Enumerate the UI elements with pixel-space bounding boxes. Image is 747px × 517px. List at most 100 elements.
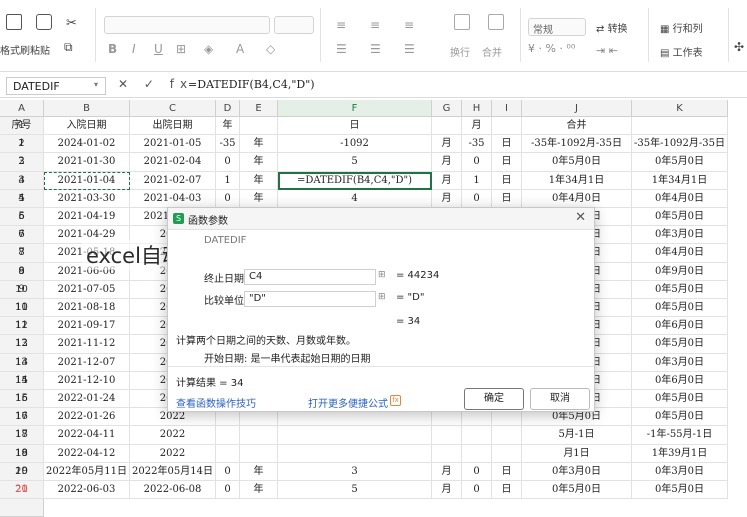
paste-icon[interactable]: [36, 14, 52, 30]
table-cell[interactable]: 1年39月1日: [632, 444, 728, 463]
table-cell[interactable]: 10: [0, 299, 44, 318]
table-cell[interactable]: 0年5月0日: [632, 153, 728, 172]
table-cell[interactable]: 日: [492, 189, 522, 208]
format-painter-label[interactable]: 格式刷: [0, 42, 30, 57]
align-center-icon[interactable]: ☰: [370, 42, 381, 56]
table-cell[interactable]: 5: [278, 153, 432, 172]
table-cell[interactable]: 0: [216, 189, 240, 208]
table-cell[interactable]: 2022-06-03: [44, 481, 130, 500]
table-cell[interactable]: 0: [462, 189, 492, 208]
table-cell[interactable]: 6: [0, 226, 44, 245]
column-header-h[interactable]: H: [462, 100, 492, 117]
column-header-b[interactable]: B: [44, 100, 130, 117]
table-cell[interactable]: =DATEDIF(B4,C4,"D"): [278, 171, 432, 190]
ok-button[interactable]: 确定: [464, 388, 524, 410]
table-cell[interactable]: 3: [0, 171, 44, 190]
help-link[interactable]: 查看函数操作技巧: [176, 395, 256, 410]
table-cell[interactable]: 0年5月0日: [522, 153, 632, 172]
table-cell[interactable]: 2021-11-12: [44, 335, 130, 354]
table-cell[interactable]: [278, 426, 432, 445]
table-cell[interactable]: 0: [462, 462, 492, 481]
italic-icon[interactable]: I: [132, 42, 136, 56]
table-header-cell[interactable]: 入院日期: [44, 117, 130, 136]
worksheet-button[interactable]: ▤ 工作表: [660, 44, 703, 59]
table-cell[interactable]: 0年6月0日: [632, 317, 728, 336]
table-cell[interactable]: 2022-04-12: [44, 444, 130, 463]
table-cell[interactable]: [462, 426, 492, 445]
table-cell[interactable]: 月: [432, 189, 462, 208]
table-cell[interactable]: 2021-08-18: [44, 299, 130, 318]
table-cell[interactable]: 14: [0, 371, 44, 390]
table-cell[interactable]: 年: [240, 135, 278, 154]
table-cell[interactable]: 2021-01-04: [44, 171, 130, 190]
cancel-button[interactable]: 取消: [530, 388, 590, 410]
table-header-cell[interactable]: 年: [216, 117, 240, 136]
table-cell[interactable]: [462, 444, 492, 463]
row-header[interactable]: [0, 499, 44, 517]
column-header-c[interactable]: C: [130, 100, 216, 117]
column-header-d[interactable]: D: [216, 100, 240, 117]
table-cell[interactable]: [240, 426, 278, 445]
table-cell[interactable]: [432, 444, 462, 463]
table-cell[interactable]: 日: [492, 462, 522, 481]
clear-icon[interactable]: ◇: [266, 42, 275, 56]
function-arguments-dialog[interactable]: S 函数参数 ✕ DATEDIF 终止日期 C4 ⊞ = 44234 比较单位 …: [167, 207, 595, 412]
font-color-icon[interactable]: A: [236, 42, 244, 56]
table-cell[interactable]: 5: [278, 481, 432, 500]
table-cell[interactable]: 2021-04-19: [44, 208, 130, 227]
table-cell[interactable]: 5: [0, 208, 44, 227]
decimal-icons[interactable]: ⇥ ⇤: [596, 44, 618, 57]
table-cell[interactable]: -35: [462, 135, 492, 154]
table-header-cell[interactable]: [432, 117, 462, 136]
table-cell[interactable]: 0年5月0日: [632, 481, 728, 500]
column-header-f[interactable]: F: [278, 100, 432, 117]
table-cell[interactable]: 年: [240, 481, 278, 500]
table-cell[interactable]: 11: [0, 317, 44, 336]
table-cell[interactable]: 1年34月1日: [522, 171, 632, 190]
copy-icon[interactable]: ⧉: [64, 40, 73, 55]
table-cell[interactable]: 月1日: [522, 444, 632, 463]
table-cell[interactable]: 0年4月0日: [632, 244, 728, 263]
table-cell[interactable]: 2021-04-03: [130, 189, 216, 208]
table-cell[interactable]: 1: [216, 171, 240, 190]
table-cell[interactable]: 0年3月0日: [632, 226, 728, 245]
rows-cols-button[interactable]: ▦ 行和列: [660, 20, 703, 35]
table-header-cell[interactable]: [492, 117, 522, 136]
column-header-j[interactable]: J: [522, 100, 632, 117]
format-painter-icon[interactable]: [6, 14, 22, 30]
table-cell[interactable]: 2022-01-26: [44, 408, 130, 427]
align-bottom-icon[interactable]: ≡: [404, 18, 414, 32]
number-format-select[interactable]: 常规: [528, 18, 586, 36]
table-cell[interactable]: 0年5月0日: [632, 390, 728, 409]
table-cell[interactable]: 19: [0, 462, 44, 481]
table-cell[interactable]: 0年5月0日: [632, 280, 728, 299]
table-cell[interactable]: 0年3月0日: [522, 462, 632, 481]
table-cell[interactable]: 日: [492, 153, 522, 172]
table-cell[interactable]: 2021-03-30: [44, 189, 130, 208]
table-cell[interactable]: 1年34月1日: [632, 171, 728, 190]
table-header-cell[interactable]: 合并: [522, 117, 632, 136]
table-cell[interactable]: 16: [0, 408, 44, 427]
convert-button[interactable]: ⇄ 转换: [596, 20, 628, 35]
table-cell[interactable]: 2022年05月14日: [130, 462, 216, 481]
table-cell[interactable]: 0年9月0日: [632, 262, 728, 281]
table-cell[interactable]: 15: [0, 390, 44, 409]
table-cell[interactable]: 9: [0, 280, 44, 299]
table-cell[interactable]: 年: [240, 462, 278, 481]
table-cell[interactable]: 日: [492, 171, 522, 190]
table-cell[interactable]: 4: [278, 189, 432, 208]
freeze-icon[interactable]: ✣: [734, 40, 744, 54]
table-cell[interactable]: -1年-55月-1日: [632, 426, 728, 445]
name-box[interactable]: DATEDIF: [6, 77, 106, 95]
range-picker-icon[interactable]: ⊞: [378, 292, 386, 302]
table-cell[interactable]: 20: [0, 481, 44, 500]
table-cell[interactable]: [432, 426, 462, 445]
table-cell[interactable]: 月: [432, 153, 462, 172]
table-cell[interactable]: 2022-06-08: [130, 481, 216, 500]
table-cell[interactable]: 年: [240, 189, 278, 208]
table-cell[interactable]: 2021-12-10: [44, 371, 130, 390]
table-header-cell[interactable]: [632, 117, 728, 136]
table-cell[interactable]: 2022: [130, 444, 216, 463]
table-cell[interactable]: 2021-02-07: [130, 171, 216, 190]
table-cell[interactable]: 2021-02-04: [130, 153, 216, 172]
